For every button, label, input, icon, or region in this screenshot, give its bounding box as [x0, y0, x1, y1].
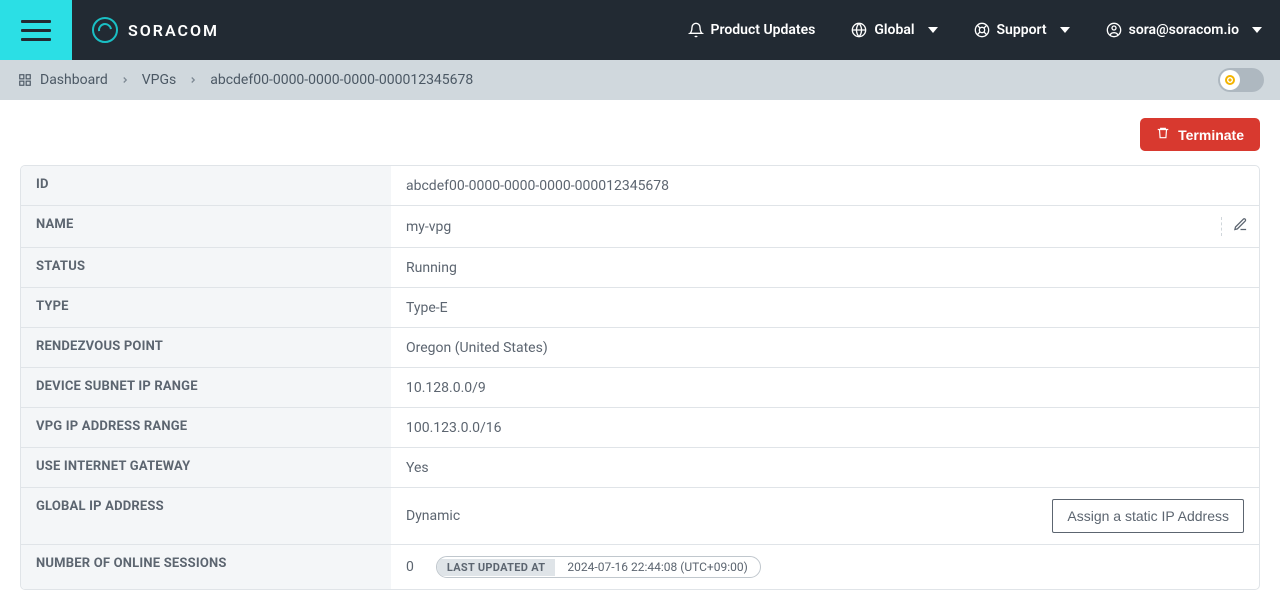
label-global-ip: GLOBAL IP ADDRESS — [21, 488, 391, 544]
grid-icon — [18, 73, 32, 87]
action-bar: Terminate — [0, 100, 1280, 165]
row-online-sessions: NUMBER OF ONLINE SESSIONS 0 LAST UPDATED… — [21, 545, 1259, 589]
row-use-igw: USE INTERNET GATEWAY Yes — [21, 448, 1259, 488]
label-vpg-ip-range: VPG IP ADDRESS RANGE — [21, 408, 391, 447]
brand-logo-icon — [92, 17, 118, 43]
hamburger-icon — [21, 20, 51, 41]
theme-toggle-knob — [1220, 70, 1240, 90]
life-ring-icon — [974, 22, 990, 38]
brand[interactable]: SORACOM — [72, 17, 219, 43]
last-updated-pill: LAST UPDATED AT 2024-07-16 22:44:08 (UTC… — [436, 556, 761, 578]
row-name: NAME my-vpg — [21, 206, 1259, 248]
theme-toggle[interactable] — [1218, 68, 1264, 92]
chevron-down-icon — [1060, 27, 1070, 33]
sun-icon — [1225, 75, 1235, 85]
label-online-sessions: NUMBER OF ONLINE SESSIONS — [21, 545, 391, 589]
row-id: ID abcdef00-0000-0000-0000-000012345678 — [21, 166, 1259, 206]
trash-icon — [1156, 126, 1170, 143]
terminate-button[interactable]: Terminate — [1140, 118, 1260, 151]
user-icon — [1106, 22, 1122, 38]
label-device-subnet: DEVICE SUBNET IP RANGE — [21, 368, 391, 407]
globe-icon — [851, 22, 867, 38]
row-rendezvous: RENDEZVOUS POINT Oregon (United States) — [21, 328, 1259, 368]
value-rendezvous: Oregon (United States) — [391, 328, 1259, 367]
menu-toggle[interactable] — [0, 0, 72, 60]
pencil-icon — [1233, 217, 1248, 236]
edit-name-button[interactable] — [1221, 217, 1259, 236]
chevron-right-icon — [120, 75, 130, 85]
chevron-down-icon — [928, 27, 938, 33]
breadcrumb-current: abcdef00-0000-0000-0000-000012345678 — [210, 72, 473, 88]
row-device-subnet: DEVICE SUBNET IP RANGE 10.128.0.0/9 — [21, 368, 1259, 408]
label-type: TYPE — [21, 288, 391, 327]
last-updated-label: LAST UPDATED AT — [437, 559, 556, 576]
nav-product-updates[interactable]: Product Updates — [670, 0, 834, 60]
value-vpg-ip-range: 100.123.0.0/16 — [391, 408, 1259, 447]
bell-icon — [688, 22, 704, 38]
row-status: STATUS Running — [21, 248, 1259, 288]
label-id: ID — [21, 166, 391, 205]
chevron-down-icon — [1252, 27, 1262, 33]
nav-support[interactable]: Support — [956, 0, 1088, 60]
nav-support-label: Support — [997, 22, 1047, 38]
nav-global[interactable]: Global — [833, 0, 955, 60]
label-rendezvous: RENDEZVOUS POINT — [21, 328, 391, 367]
last-updated-value: 2024-07-16 22:44:08 (UTC+09:00) — [555, 558, 759, 576]
value-status: Running — [391, 248, 1259, 287]
row-global-ip: GLOBAL IP ADDRESS Dynamic Assign a stati… — [21, 488, 1259, 545]
assign-static-ip-button[interactable]: Assign a static IP Address — [1052, 499, 1244, 533]
breadcrumb-bar: Dashboard VPGs abcdef00-0000-0000-0000-0… — [0, 60, 1280, 100]
nav-user-label: sora@soracom.io — [1129, 22, 1239, 38]
breadcrumb-dashboard[interactable]: Dashboard — [40, 72, 108, 88]
brand-name: SORACOM — [128, 21, 219, 40]
value-type: Type-E — [391, 288, 1259, 327]
vpg-details-table: ID abcdef00-0000-0000-0000-000012345678 … — [20, 165, 1260, 590]
value-device-subnet: 10.128.0.0/9 — [391, 368, 1259, 407]
terminate-label: Terminate — [1178, 127, 1244, 143]
label-name: NAME — [21, 206, 391, 247]
value-global-ip: Dynamic — [406, 508, 460, 524]
label-use-igw: USE INTERNET GATEWAY — [21, 448, 391, 487]
value-name: my-vpg — [406, 219, 451, 235]
nav-user-menu[interactable]: sora@soracom.io — [1088, 0, 1280, 60]
nav-product-updates-label: Product Updates — [711, 22, 816, 38]
value-id: abcdef00-0000-0000-0000-000012345678 — [391, 166, 1259, 205]
label-status: STATUS — [21, 248, 391, 287]
chevron-right-icon — [188, 75, 198, 85]
top-navbar: SORACOM Product Updates Global Support — [0, 0, 1280, 60]
breadcrumb-vpgs[interactable]: VPGs — [142, 72, 177, 88]
value-use-igw: Yes — [391, 448, 1259, 487]
nav-global-label: Global — [874, 22, 914, 38]
row-type: TYPE Type-E — [21, 288, 1259, 328]
value-online-sessions: 0 — [406, 559, 414, 575]
row-vpg-ip-range: VPG IP ADDRESS RANGE 100.123.0.0/16 — [21, 408, 1259, 448]
